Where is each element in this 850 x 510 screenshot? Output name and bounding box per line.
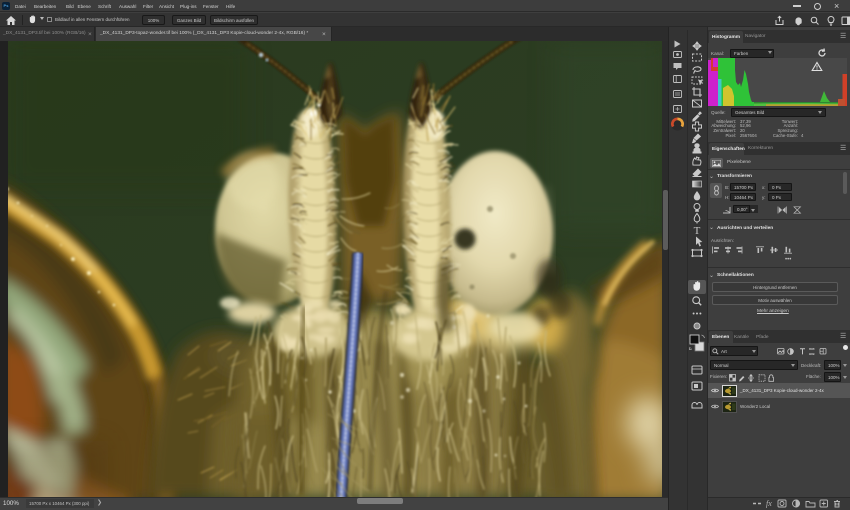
svg-text:fx: fx — [766, 499, 772, 508]
svg-text:T: T — [694, 225, 701, 237]
